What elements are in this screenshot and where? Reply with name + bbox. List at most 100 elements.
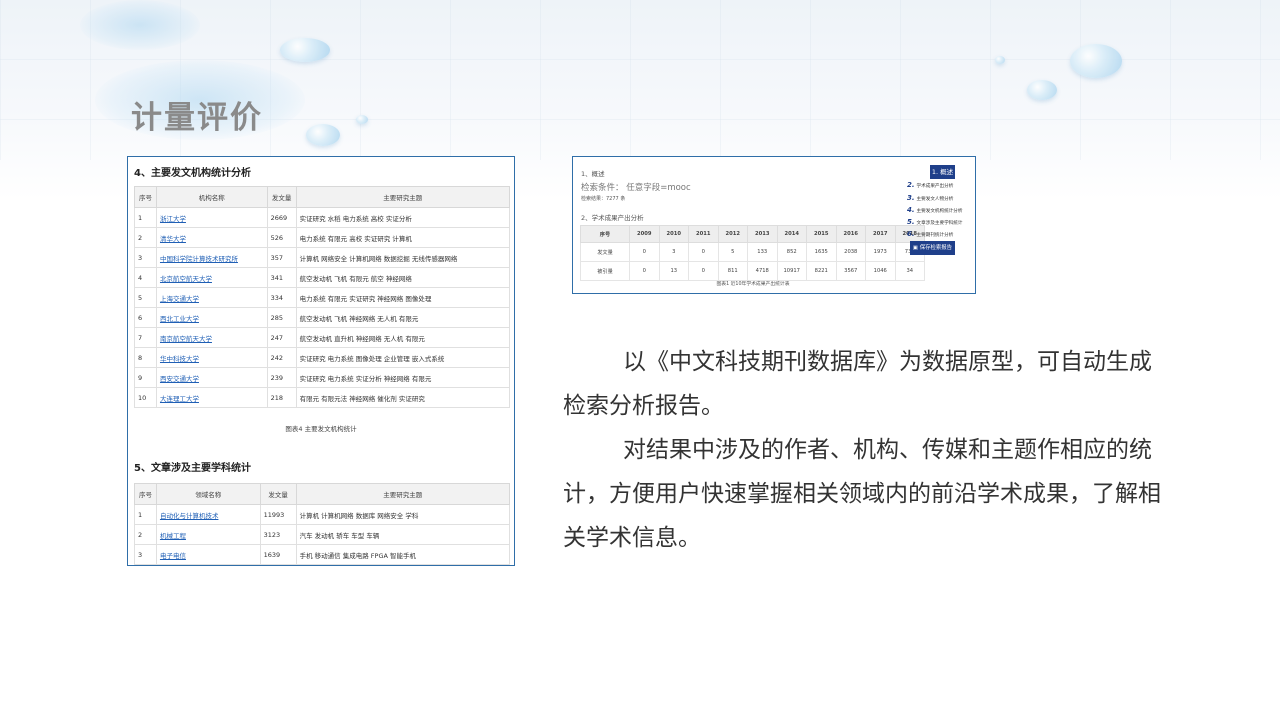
- table-cell: 电力系统 有限元 高校 实证研究 计算机: [295, 227, 511, 248]
- table-cell: 计算机 网络安全 计算机网络 数据挖掘 无线传感器网络: [295, 247, 511, 268]
- year-header: 2015: [806, 225, 837, 243]
- yearly-output-table: 序号 2009 2010 2011 2012 2013 2014 2015 2016 2017 20…: [580, 225, 925, 281]
- nav-item-number: 2.: [907, 181, 915, 189]
- table-cell: 航空发动机 飞机 神经网络 无人机 有限元: [295, 307, 511, 328]
- table-cell: 5: [717, 242, 748, 262]
- overview-heading: 1、概述: [581, 170, 605, 178]
- report-nav-item[interactable]: 6. 主要期刊统计分析: [907, 230, 953, 238]
- table-cell: 247: [266, 327, 297, 348]
- institution-link[interactable]: 中国科学院计算技术研究所: [155, 247, 268, 268]
- table-cell: 0: [629, 242, 660, 262]
- table-cell: 811: [717, 261, 748, 281]
- table-row: 2 清华大学 526 电力系统 有限元 高校 实证研究 计算机: [134, 227, 511, 248]
- column-header: 序号: [134, 483, 157, 505]
- table-cell: 0: [629, 261, 660, 281]
- table-cell: 1: [134, 207, 157, 228]
- paragraph-2: 对结果中涉及的作者、机构、传媒和主题作相应的统计，方便用户快速掌握相关领域内的前…: [563, 437, 1161, 551]
- table-row: 10 大连理工大学 218 有限元 有限元法 神经网络 催化剂 实证研究: [134, 387, 511, 408]
- table-cell: 2: [134, 227, 157, 248]
- table-cell: 有限元 有限元法 神经网络 催化剂 实证研究: [295, 387, 511, 408]
- table-row: 1 自动化与计算机技术 11993 计算机 计算机网络 数据库 网络安全 学科: [134, 504, 511, 525]
- nav-item-number: 5.: [907, 218, 915, 226]
- institution-link[interactable]: 北京航空航天大学: [155, 267, 268, 288]
- table-cell: 航空发动机 飞机 有限元 航空 神经网络: [295, 267, 511, 288]
- subject-link[interactable]: 电子电信: [155, 544, 261, 565]
- table-cell: 218: [266, 387, 297, 408]
- nav-overview-badge[interactable]: 1. 概述: [930, 165, 955, 179]
- report-nav-item[interactable]: 2. 学术成果产出分析: [907, 181, 953, 189]
- table-cell: 1: [134, 504, 157, 525]
- table-cell: 3: [658, 242, 689, 262]
- water-drop-decoration: [356, 115, 368, 124]
- table-row: 9 西安交通大学 239 实证研究 电力系统 实证分析 神经网络 有限元: [134, 367, 511, 388]
- year-header: 2013: [747, 225, 778, 243]
- table-row: 3 电子电信 1639 手机 移动通信 集成电路 FPGA 智能手机: [134, 544, 511, 565]
- table-cell: 526: [266, 227, 297, 248]
- report-nav-item[interactable]: 3. 主要发文人物分析: [907, 194, 953, 202]
- table-cell: 手机 移动通信 集成电路 FPGA 智能手机: [295, 544, 511, 565]
- year-header: 2014: [776, 225, 807, 243]
- year-header: 2010: [658, 225, 689, 243]
- table-cell: 3123: [259, 524, 297, 545]
- table-cell: 5: [134, 287, 157, 308]
- table-cell: 852: [776, 242, 807, 262]
- institution-link[interactable]: 西安交通大学: [155, 367, 268, 388]
- nav-item-number: 6.: [907, 230, 915, 238]
- save-report-button[interactable]: ▣ 保存检索报告: [910, 241, 955, 255]
- table-cell: 334: [266, 287, 297, 308]
- water-drop-decoration: [280, 38, 330, 62]
- nav-item-label: 文章涉及主要学科统计: [916, 221, 963, 226]
- institution-link[interactable]: 上海交通大学: [155, 287, 268, 308]
- table-cell: 发文量: [580, 242, 630, 262]
- year-header: 2011: [688, 225, 719, 243]
- column-header: 领域名称: [155, 483, 261, 505]
- table-cell: 4718: [747, 261, 778, 281]
- table-row: 5 上海交通大学 334 电力系统 有限元 实证研究 神经网络 图像处理: [134, 287, 511, 308]
- institution-link[interactable]: 清华大学: [155, 227, 268, 248]
- institution-link[interactable]: 南京航空航天大学: [155, 327, 268, 348]
- table-cell: 8: [134, 347, 157, 368]
- water-drop-decoration: [1070, 44, 1122, 78]
- report-nav-item[interactable]: 5. 文章涉及主要学科统计: [907, 218, 962, 226]
- table-cell: 3: [134, 247, 157, 268]
- column-header: 发文量: [259, 483, 297, 505]
- table-cell: 285: [266, 307, 297, 328]
- figure1-caption: 图表1 近10年学术成果产出统计表: [716, 282, 790, 287]
- table-cell: 被引量: [580, 261, 630, 281]
- table-cell: 9: [134, 367, 157, 388]
- subject-link[interactable]: 机械工程: [155, 524, 261, 545]
- result-count: 检索结果：7277 条: [581, 196, 626, 202]
- table-row: 发文量0305133852163520381973738: [580, 242, 925, 262]
- save-icon: ▣: [912, 245, 918, 251]
- slide-title: 计量评价: [131, 100, 263, 136]
- institution-link[interactable]: 西北工业大学: [155, 307, 268, 328]
- year-header: 2012: [717, 225, 748, 243]
- report-nav-item[interactable]: 4. 主要发文机构统计分析: [907, 206, 962, 214]
- table-cell: 11993: [259, 504, 297, 525]
- table-cell: 341: [266, 267, 297, 288]
- table-row: 7 南京航空航天大学 247 航空发动机 直升机 神经网络 无人机 有限元: [134, 327, 511, 348]
- table-cell: 10917: [776, 261, 807, 281]
- institution-link[interactable]: 华中科技大学: [155, 347, 268, 368]
- table-cell: 航空发动机 直升机 神经网络 无人机 有限元: [295, 327, 511, 348]
- table-cell: 133: [747, 242, 778, 262]
- institution-table: 序号 机构名称 发文量 主要研究主题 1 浙江大学 2669 实证研究 水稻 电力系统 高校…: [134, 186, 511, 408]
- table-cell: 电力系统 有限元 实证研究 神经网络 图像处理: [295, 287, 511, 308]
- table-cell: 1635: [806, 242, 837, 262]
- year-header: 2017: [865, 225, 896, 243]
- institution-link[interactable]: 大连理工大学: [155, 387, 268, 408]
- year-header: 序号: [580, 225, 630, 243]
- table-cell: 7: [134, 327, 157, 348]
- water-drop-decoration: [306, 124, 340, 146]
- table-cell: 汽车 发动机 轿车 车型 车辆: [295, 524, 511, 545]
- table-cell: 357: [266, 247, 297, 268]
- institution-link[interactable]: 浙江大学: [155, 207, 268, 228]
- subject-link[interactable]: 自动化与计算机技术: [155, 504, 261, 525]
- report-overview-screenshot: 1、概述 检索条件： 任意字段=mooc 检索结果：7277 条 2、学术成果产…: [572, 156, 976, 294]
- table-cell: 实证研究 电力系统 图像处理 企业管理 嵌入式系统: [295, 347, 511, 368]
- nav-item-number: 3.: [907, 194, 915, 202]
- subject-table: 序号 领域名称 发文量 主要研究主题 1 自动化与计算机技术 11993 计算机 计算机网络…: [134, 483, 511, 565]
- save-report-label: 保存检索报告: [919, 245, 953, 251]
- table-cell: 1973: [865, 242, 896, 262]
- table-cell: 3: [134, 544, 157, 565]
